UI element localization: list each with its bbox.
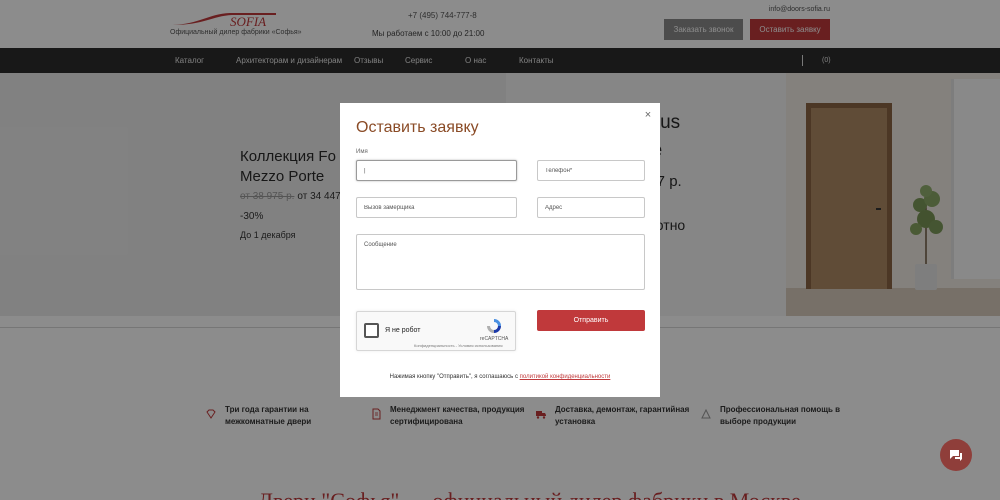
modal-title: Оставить заявку — [356, 119, 479, 136]
chat-button[interactable] — [940, 439, 972, 471]
name-label: Имя — [356, 149, 368, 155]
recaptcha-label: Я не робот — [385, 327, 421, 334]
consent-label: Нажимая кнопку "Отправить", я соглашаюсь… — [389, 374, 520, 380]
recaptcha-checkbox[interactable] — [364, 323, 379, 338]
consent-text: Нажимая кнопку "Отправить", я соглашаюсь… — [340, 374, 660, 380]
service-input[interactable] — [356, 197, 517, 218]
phone-input[interactable] — [537, 160, 645, 181]
name-input[interactable] — [356, 160, 517, 181]
chat-icon — [950, 450, 962, 461]
recaptcha-links[interactable]: Конфиденциальность - Условия использован… — [414, 343, 503, 348]
recaptcha-logo-icon — [487, 319, 501, 333]
recaptcha-widget: Я не робот reCAPTCHA Конфиденциальность … — [356, 311, 516, 351]
address-input[interactable] — [537, 197, 645, 218]
close-icon[interactable]: × — [642, 109, 654, 121]
submit-button[interactable]: Отправить — [537, 310, 645, 331]
privacy-policy-link[interactable]: политикой конфиденциальности — [520, 374, 611, 380]
request-modal: × Оставить заявку Имя Я не робот reCAPTC… — [340, 103, 660, 397]
recaptcha-brand: reCAPTCHA — [480, 336, 509, 342]
message-textarea[interactable] — [356, 234, 645, 290]
